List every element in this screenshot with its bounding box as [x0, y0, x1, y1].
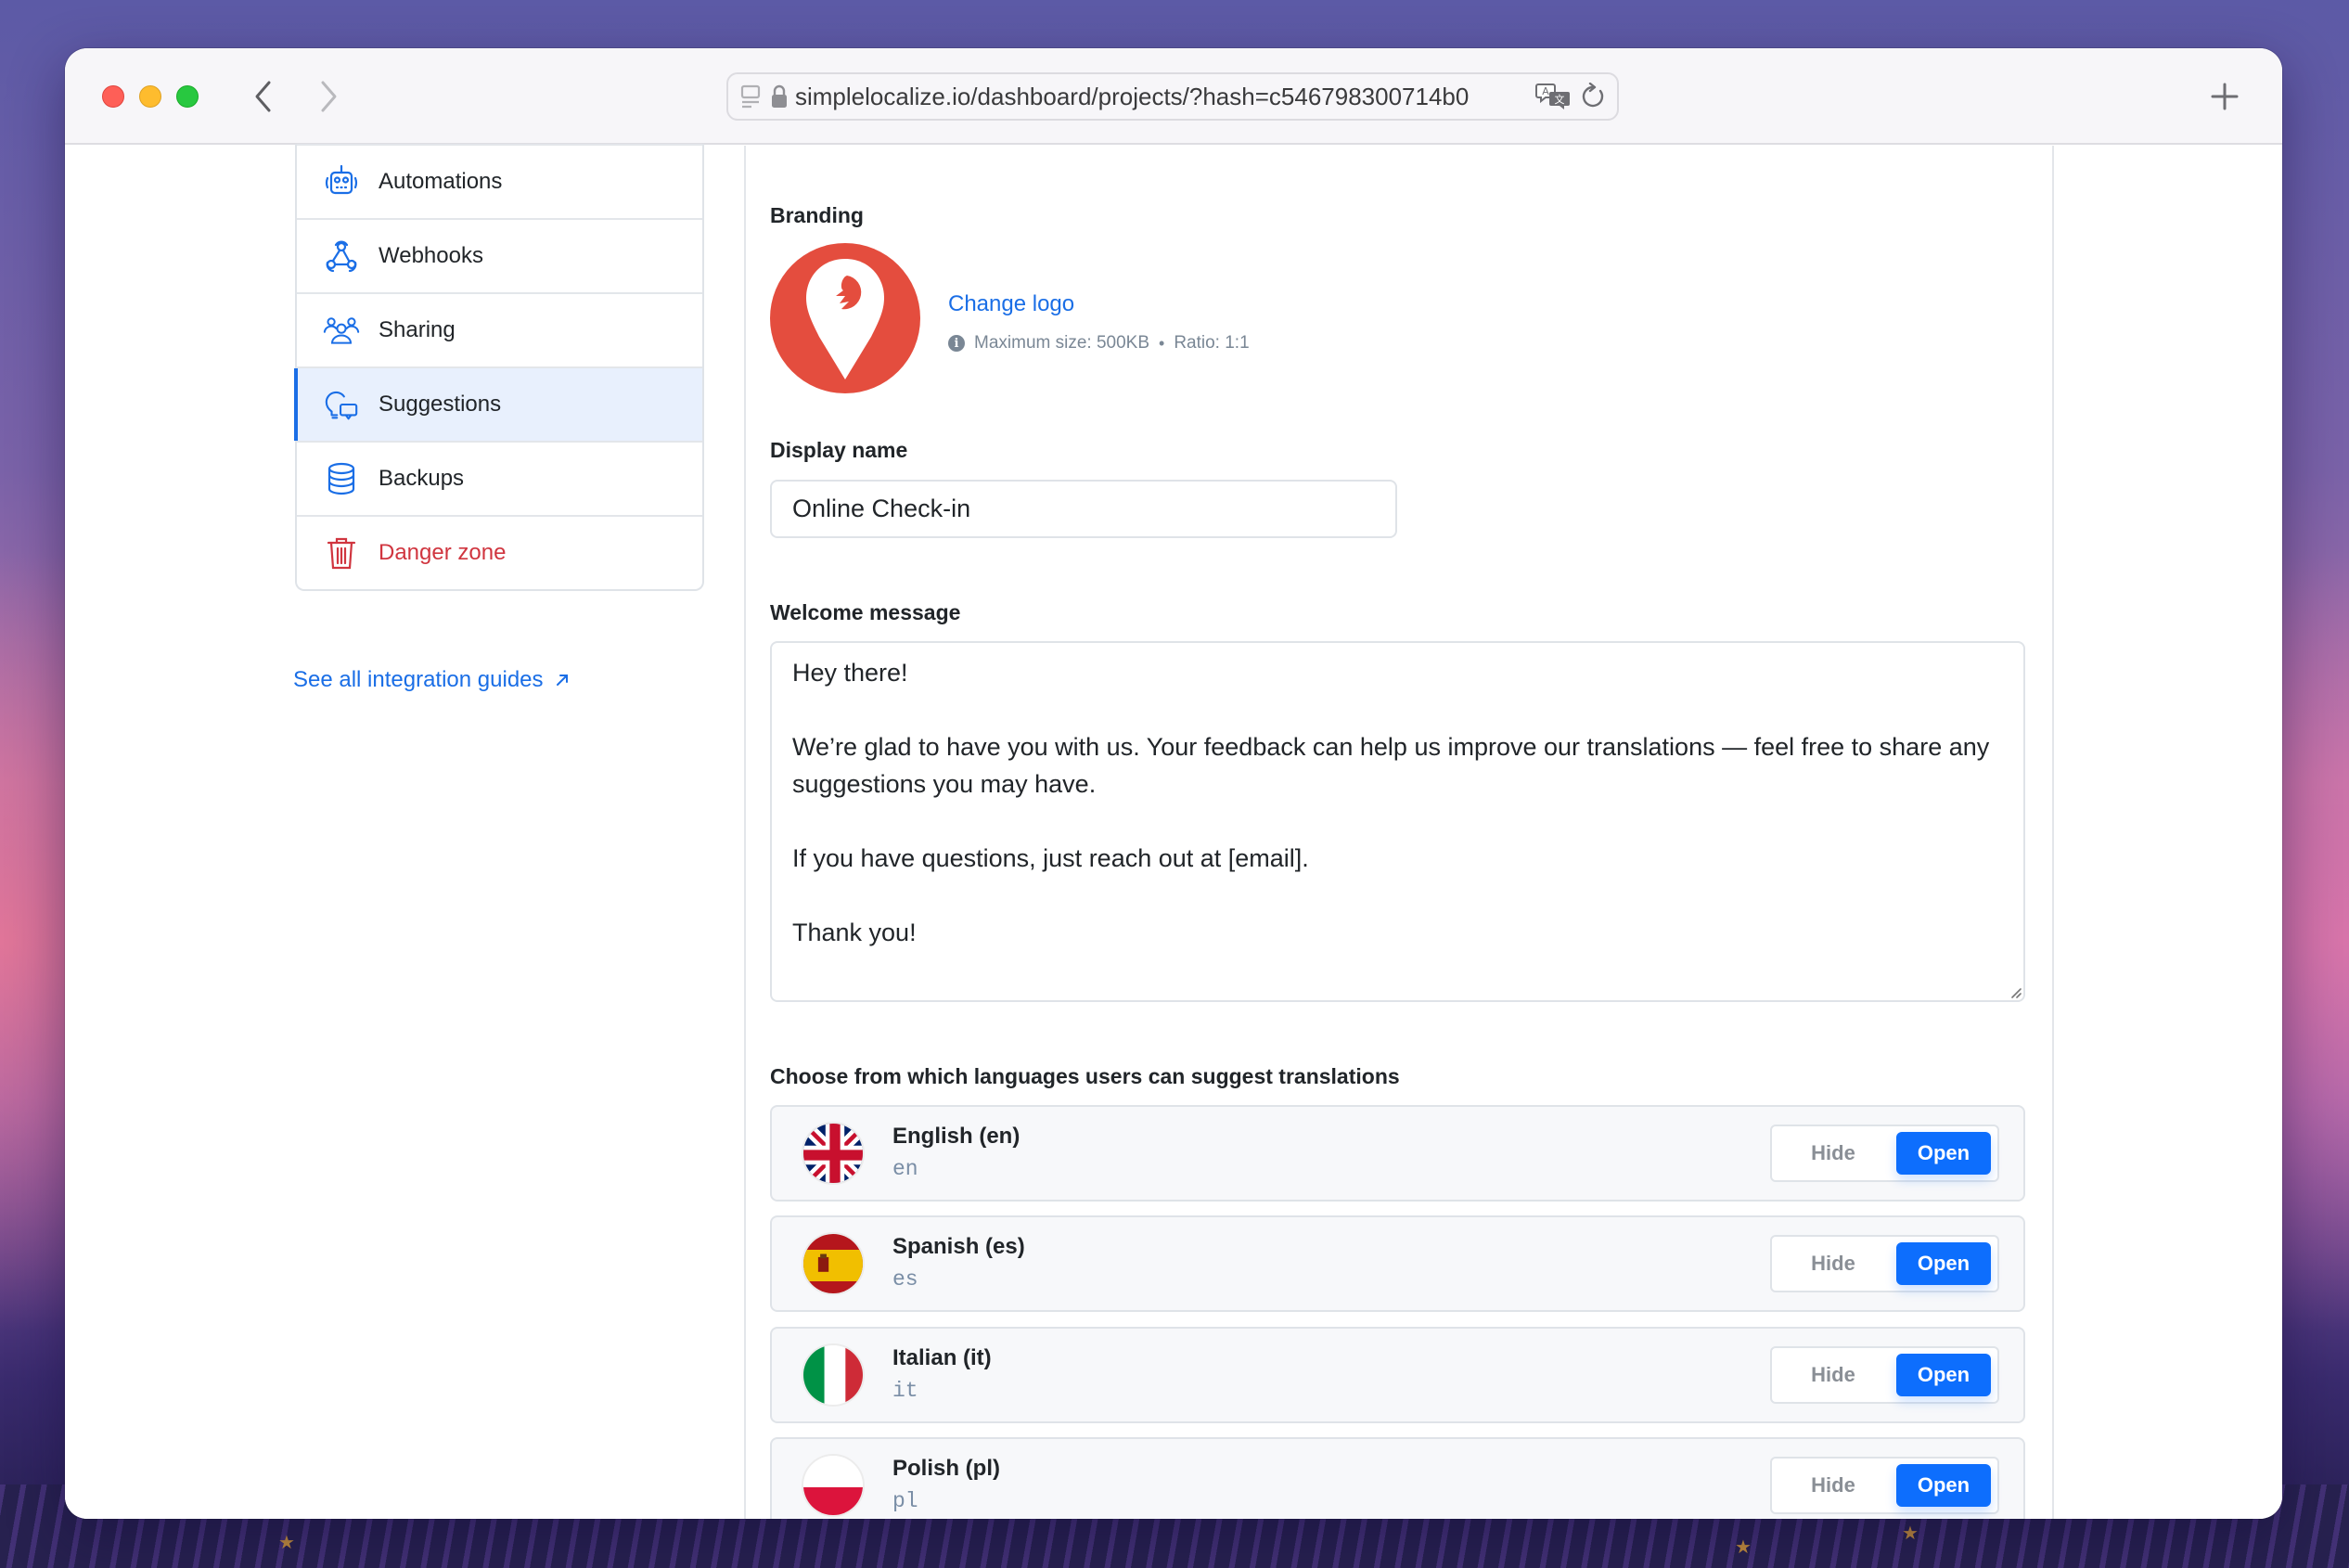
- address-bar[interactable]: simplelocalize.io/dashboard/projects/?ha…: [726, 72, 1619, 121]
- forward-button[interactable]: [310, 76, 347, 117]
- logo-requirements: i Maximum size: 500KB • Ratio: 1:1: [948, 333, 1250, 353]
- webhook-icon: [323, 238, 360, 275]
- chevron-right-icon: [321, 81, 337, 112]
- language-code: it: [892, 1379, 918, 1403]
- sidebar-icon[interactable]: [739, 84, 762, 109]
- sidebar-item-backups[interactable]: Backups: [297, 441, 702, 515]
- language-row: Italian (it) it Hide Open: [770, 1327, 2025, 1423]
- sidebar-item-automations[interactable]: Automations: [297, 144, 702, 218]
- sidebar-item-label: Backups: [379, 466, 465, 491]
- users-icon: [323, 312, 360, 349]
- svg-text:文: 文: [1555, 93, 1565, 106]
- language-name: Italian (it): [892, 1345, 992, 1370]
- language-name: Polish (pl): [892, 1456, 1000, 1481]
- project-logo[interactable]: [770, 243, 920, 393]
- settings-sidebar: Automations Webhooks Sharing Suggestions: [294, 144, 704, 591]
- welcome-message-label: Welcome message: [770, 600, 961, 624]
- suggestions-icon: [323, 386, 360, 423]
- column-divider: [744, 146, 746, 1519]
- language-row: Spanish (es) es Hide Open: [770, 1215, 2025, 1312]
- back-button[interactable]: [245, 76, 282, 117]
- language-row: English (en) en Hide Open: [770, 1105, 2025, 1202]
- integration-guides-link[interactable]: See all integration guides: [293, 667, 570, 693]
- hide-button[interactable]: Hide: [1778, 1242, 1889, 1285]
- italy-flag-icon: [802, 1343, 865, 1407]
- language-code: en: [892, 1157, 918, 1181]
- hide-button[interactable]: Hide: [1778, 1132, 1889, 1175]
- open-button[interactable]: Open: [1896, 1464, 1991, 1507]
- languages-label: Choose from which languages users can su…: [770, 1064, 1400, 1088]
- robot-icon: [323, 163, 360, 200]
- sidebar-item-label: Danger zone: [379, 540, 507, 565]
- open-button[interactable]: Open: [1896, 1354, 1991, 1396]
- maximize-window-button[interactable]: [176, 85, 199, 108]
- sidebar-item-webhooks[interactable]: Webhooks: [297, 218, 702, 292]
- language-code: pl: [892, 1489, 918, 1513]
- visibility-toggle: Hide Open: [1770, 1125, 1999, 1182]
- page-content: Automations Webhooks Sharing Suggestions: [65, 144, 2282, 1519]
- uk-flag-icon: [802, 1122, 865, 1185]
- display-name-label: Display name: [770, 438, 908, 462]
- hide-button[interactable]: Hide: [1778, 1354, 1889, 1396]
- integration-guides-label: See all integration guides: [293, 667, 544, 692]
- change-logo-link[interactable]: Change logo: [948, 291, 1074, 317]
- trash-icon: [323, 534, 360, 572]
- open-button[interactable]: Open: [1896, 1132, 1991, 1175]
- separator-dot: •: [1159, 333, 1165, 353]
- close-window-button[interactable]: [102, 85, 124, 108]
- sidebar-item-label: Sharing: [379, 317, 456, 342]
- sidebar-item-label: Automations: [379, 169, 503, 194]
- sidebar-item-suggestions[interactable]: Suggestions: [294, 366, 702, 441]
- hide-button[interactable]: Hide: [1778, 1464, 1889, 1507]
- sidebar-item-label: Suggestions: [379, 392, 502, 417]
- svg-text:A: A: [1542, 85, 1549, 97]
- visibility-toggle: Hide Open: [1770, 1235, 1999, 1292]
- resize-handle-icon[interactable]: [2009, 985, 2022, 998]
- browser-toolbar: simplelocalize.io/dashboard/projects/?ha…: [65, 48, 2282, 145]
- spain-flag-icon: [802, 1232, 865, 1295]
- lock-icon: [771, 84, 788, 109]
- visibility-toggle: Hide Open: [1770, 1457, 1999, 1514]
- open-button[interactable]: Open: [1896, 1242, 1991, 1285]
- poland-flag-icon: [802, 1454, 865, 1517]
- branding-label: Branding: [770, 203, 864, 227]
- welcome-message-textarea[interactable]: Hey there! We’re glad to have you with u…: [770, 641, 2025, 1002]
- database-icon: [323, 460, 360, 497]
- language-row: Polish (pl) pl Hide Open: [770, 1437, 2025, 1519]
- translate-icon[interactable]: A文: [1535, 82, 1572, 111]
- sidebar-item-sharing[interactable]: Sharing: [297, 292, 702, 366]
- sidebar-item-danger-zone[interactable]: Danger zone: [297, 515, 702, 589]
- wallpaper-star: ★: [1735, 1537, 1752, 1558]
- display-name-input[interactable]: Online Check-in: [770, 480, 1397, 538]
- language-code: es: [892, 1267, 918, 1292]
- new-tab-button[interactable]: [2204, 76, 2245, 117]
- plus-icon: [2211, 83, 2239, 110]
- map-pin-logo-icon: [806, 259, 884, 379]
- visibility-toggle: Hide Open: [1770, 1346, 1999, 1404]
- sidebar-item-label: Webhooks: [379, 243, 483, 268]
- minimize-window-button[interactable]: [139, 85, 161, 108]
- chevron-left-icon: [255, 81, 271, 112]
- max-size-text: Maximum size: 500KB: [974, 333, 1150, 353]
- url-text[interactable]: simplelocalize.io/dashboard/projects/?ha…: [795, 83, 1526, 111]
- language-name: Spanish (es): [892, 1234, 1025, 1259]
- info-icon: i: [948, 335, 965, 352]
- browser-window: simplelocalize.io/dashboard/projects/?ha…: [65, 48, 2282, 1519]
- reload-icon[interactable]: [1580, 83, 1606, 110]
- language-name: English (en): [892, 1124, 1020, 1149]
- wallpaper-star: ★: [278, 1533, 295, 1553]
- column-divider: [2052, 146, 2054, 1519]
- wallpaper-star: ★: [1902, 1523, 1919, 1544]
- external-arrow-icon: [556, 675, 568, 686]
- ratio-text: Ratio: 1:1: [1174, 333, 1250, 353]
